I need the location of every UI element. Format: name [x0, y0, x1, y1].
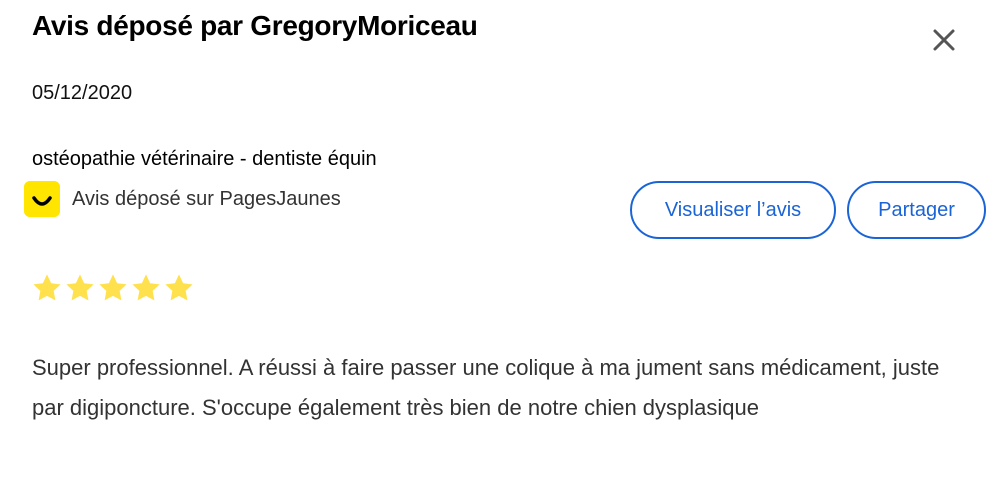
pagesjaunes-logo-icon	[24, 181, 60, 217]
star-icon	[66, 274, 94, 301]
review-source-label: Avis déposé sur PagesJaunes	[72, 187, 341, 210]
review-text: Super professionnel. A réussi à faire pa…	[32, 355, 940, 420]
star-rating	[31, 272, 195, 304]
close-icon[interactable]	[930, 26, 958, 54]
star-icon	[165, 274, 193, 301]
page-title: Avis déposé par GregoryMoriceau	[32, 10, 478, 41]
review-source: Avis déposé sur PagesJaunes	[24, 181, 341, 217]
review-date: 05/12/2020	[32, 82, 133, 104]
business-name: ostéopathie vétérinaire - dentiste équin	[32, 148, 377, 170]
star-icon	[99, 274, 127, 301]
star-icon	[132, 274, 160, 301]
share-button[interactable]: Partager	[847, 181, 986, 239]
star-icon	[33, 274, 61, 301]
view-review-button[interactable]: Visualiser l’avis	[630, 181, 836, 239]
